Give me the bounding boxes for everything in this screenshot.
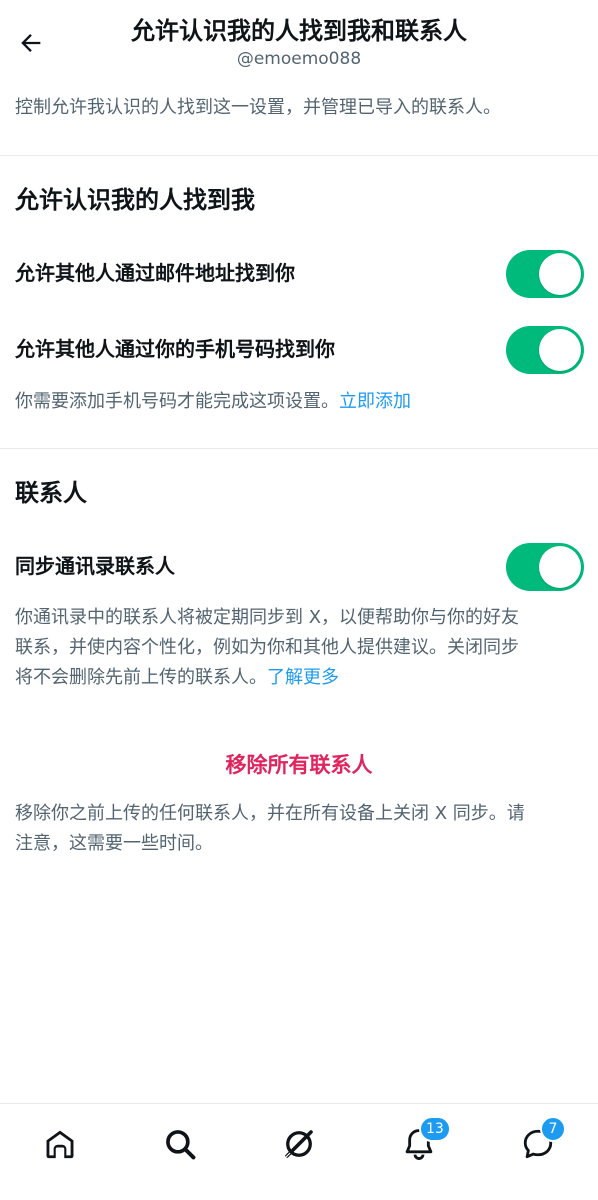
remove-note: 移除你之前上传的任何联系人，并在所有设备上关闭 X 同步。请 注意，这需要一些时… [15,799,585,859]
remove-note-line: 注意，这需要一些时间。 [15,833,213,854]
messages-badge: 7 [540,1116,566,1142]
sync-note: 你通讯录中的联系人将被定期同步到 X，以便帮助你与你的好友 联系，并使内容个性化… [15,603,585,693]
remove-all-contacts-button[interactable]: 移除所有联系人 [0,750,598,780]
sync-contacts-label: 同步通讯录联系人 [15,554,175,578]
username: @emoemo088 [236,49,362,69]
sync-note-line: 将不会删除先前上传的联系人。了解更多 [15,663,585,693]
email-discover-label: 允许其他人通过邮件地址找到你 [15,261,295,285]
toggle-knob [539,546,581,588]
top-bar: 允许认识我的人找到我和联系人 @emoemo088 [0,0,598,80]
add-phone-link[interactable]: 立即添加 [339,391,411,412]
nav-grok[interactable] [277,1122,321,1166]
bottom-nav: 13 7 [0,1103,598,1200]
section-title-contacts: 联系人 [15,479,87,507]
divider [0,155,598,156]
page-description: 控制允许我认识的人找到这一设置，并管理已导入的联系人。 [15,97,501,118]
phone-note: 你需要添加手机号码才能完成这项设置。立即添加 [15,387,585,417]
phone-discover-label: 允许其他人通过你的手机号码找到你 [15,337,335,361]
phone-discover-toggle[interactable] [506,326,584,374]
page-title: 允许认识我的人找到我和联系人 [131,17,467,45]
toggle-knob [539,329,581,371]
grok-icon [285,1130,313,1158]
notification-badge: 13 [419,1116,451,1142]
learn-more-link[interactable]: 了解更多 [267,667,339,688]
section-title-discoverability: 允许认识我的人找到我 [15,186,255,214]
nav-notifications[interactable]: 13 [397,1116,451,1166]
search-icon [166,1130,196,1160]
sync-note-text: 将不会删除先前上传的联系人。 [15,667,267,688]
phone-note-text: 你需要添加手机号码才能完成这项设置。 [15,391,339,412]
nav-home[interactable] [38,1122,82,1166]
sync-note-line: 你通讯录中的联系人将被定期同步到 X，以便帮助你与你的好友 [15,607,520,628]
sync-contacts-toggle[interactable] [506,543,584,591]
sync-note-line: 联系，并使内容个性化，例如为你和其他人提供建议。关闭同步 [15,637,519,658]
email-discover-toggle[interactable] [506,250,584,298]
home-icon [46,1130,74,1159]
remove-note-line: 移除你之前上传的任何联系人，并在所有设备上关闭 X 同步。请 [15,803,525,824]
nav-search[interactable] [158,1122,202,1166]
divider [0,448,598,449]
settings-page: 允许认识我的人找到我和联系人 @emoemo088 控制允许我认识的人找到这一设… [0,0,598,1200]
nav-messages[interactable]: 7 [516,1116,566,1166]
toggle-knob [539,253,581,295]
